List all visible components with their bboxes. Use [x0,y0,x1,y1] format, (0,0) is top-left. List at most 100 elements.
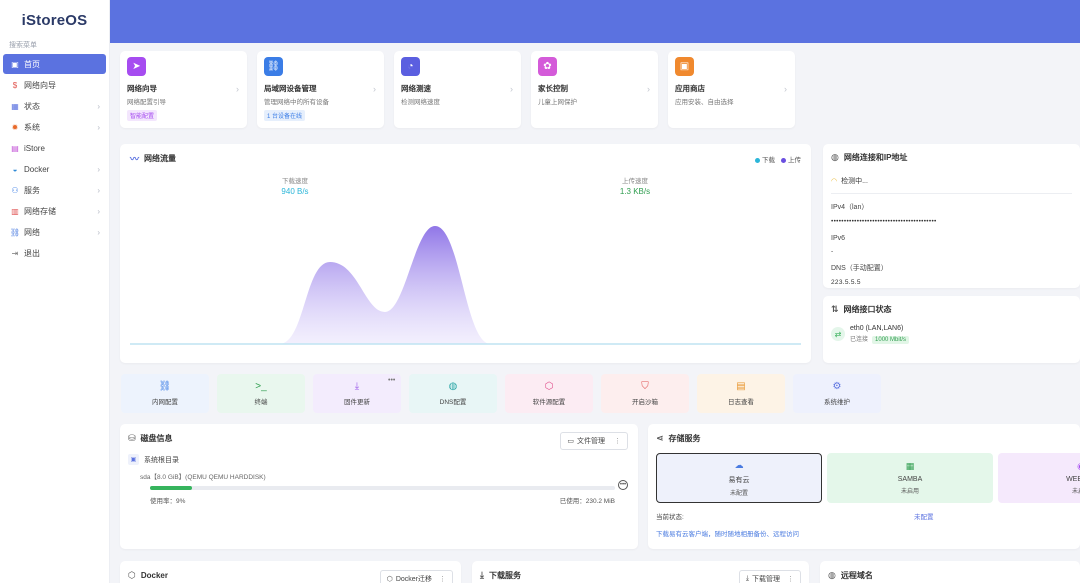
sidebar-item-label: 网络向导 [24,80,56,90]
disk-title-text: 磁盘信息 [140,434,173,443]
share-icon: ⋖ [656,433,664,443]
action-tile-7[interactable]: ⚙ 系统维护 [793,374,881,413]
sidebar-item-label: 服务 [24,185,40,195]
sidebar-item-9[interactable]: ⇥ 退出 [3,243,106,263]
sidebar-item-5[interactable]: ◒ Docker › [3,159,106,179]
network-icon: ⛓ [9,227,21,237]
action-tile-icon: >_ [255,381,267,392]
storage-tile-1[interactable]: ▦ SAMBA 未启用 [827,453,993,503]
sidebar-item-4[interactable]: ▤ iStore [3,138,106,158]
legend-upload[interactable]: 上传 [781,154,801,164]
storage-tile-status: 未启用 [900,489,919,495]
chevron-right-icon: › [647,84,650,94]
action-tile-label: 终端 [254,399,268,406]
interface-row[interactable]: ⇄ eth0 (LAN,LAN6) 已连接 1000 Mbit/s [831,325,1072,344]
network-interface-card: ⇅ 网络接口状态 ⇄ eth0 (LAN,LAN6) 已连接 1000 Mbit/… [823,296,1080,363]
download-manage-icon: ⤓ [745,575,749,582]
remote-domain-title-text: 远程域名 [840,571,873,580]
quick-card-badge: 1 台设备在线 [264,110,306,121]
interface-speed-badge: 1000 Mbit/s [872,336,910,344]
action-tile-1[interactable]: >_ 终端 [217,374,305,413]
action-tile-3[interactable]: ◍ DNS配置 [409,374,497,413]
docker-migrate-button[interactable]: ⬡ Docker迁移 ⋮ [379,570,453,583]
action-tile-0[interactable]: ⛓ 内网配置 [121,374,209,413]
netif-title-text: 网络接口状态 [843,305,892,314]
action-tile-label: 固件更新 [344,399,370,406]
action-tile-label: 内网配置 [152,399,178,406]
file-manager-button-label: 文件管理 [577,438,605,445]
root-dir-row: ▣ 系统根目录 [128,454,630,465]
wizard-icon: $ [12,80,18,90]
storage-title-text: 存储服务 [668,434,701,443]
netconn-title-text: 网络连接和IP地址 [843,153,908,162]
storage-current-label: 当前状态: [656,514,684,521]
netconn-divider [831,193,1072,194]
sidebar-item-label: 网络 [24,227,40,237]
sidebar-item-7[interactable]: ▥ 网络存储 › [3,201,106,221]
disk-usage-percent: 使用率：9% [150,498,186,505]
interface-state: 已连接 [850,337,869,343]
quick-card-icon: ✿ [538,57,557,76]
netconn-title: ◍ 网络连接和IP地址 [831,152,1072,163]
storage-client-link[interactable]: 下载易有云客户端，随时随地相册备份、远程访问 [656,528,799,538]
sidebar-item-6[interactable]: ⚇ 服务 › [3,180,106,200]
legend-download[interactable]: 下载 [755,154,775,164]
more-vertical-icon[interactable]: ⋮ [439,575,446,583]
file-manager-button[interactable]: ▭ 文件管理 ⋮ [560,432,628,450]
quick-card-3[interactable]: ✿ 家长控制 儿童上网保护 › [531,51,658,128]
more-vertical-icon[interactable]: ⋮ [614,437,621,445]
disk-title: ⛁ 磁盘信息 [128,433,630,444]
quick-card-title: 局域网设备管理 [264,84,317,93]
quick-card-2[interactable]: ◔ 网络测速 检测网络速度 › [394,51,521,128]
sidebar-item-1[interactable]: $ 网络向导 [3,75,106,95]
download-service-card: ⤓ 下载服务 ⤓ 下载管理 ⋮ [472,561,809,583]
pulse-icon: 〰 [130,154,140,164]
quick-card-0[interactable]: ➤ 网络向导 网络配置引导 智能配置 › [120,51,247,128]
interface-icon: ⇅ [831,304,839,314]
sidebar-item-2[interactable]: ▦ 状态 › [3,96,106,116]
globe-icon: ◍ [831,152,839,162]
action-tile-5[interactable]: ⛉ 开启沙箱 [601,374,689,413]
logout-icon: ⇥ [11,248,19,258]
quick-card-title: 网络测速 [401,84,431,93]
quick-card-1[interactable]: ⛓ 局域网设备管理 管理网络中的所有设备 1 台设备在线 › [257,51,384,128]
storage-tile-0[interactable]: ☁ 易有云未配置 [656,453,822,503]
sidebar-item-8[interactable]: ⛓ 网络 › [3,222,106,242]
action-tile-icon: ⤓ [354,381,360,392]
quick-card-4[interactable]: ▣ 应用商店 应用安装、自由选择 › [668,51,795,128]
action-tile-6[interactable]: ▤ 日志查看 [697,374,785,413]
quick-card-subtitle: 应用安装、自由选择 [675,99,734,106]
storage-title: ⋖ 存储服务 [656,433,1072,444]
storage-tile-status: 未配置 [729,490,748,497]
storage-tile-name: 易有云 [728,476,750,484]
download-manage-button[interactable]: ⤓ 下载管理 ⋮ [738,570,801,583]
quick-card-subtitle: 儿童上网保护 [538,99,577,106]
chevron-right-icon: › [97,164,100,174]
sidebar-item-label: Docker [24,164,50,174]
chevron-right-icon: › [97,122,100,132]
sidebar-item-0[interactable]: ▣ 首页 [3,54,106,74]
home-icon: ▣ [11,59,19,69]
folder-icon: ▭ [567,438,574,445]
disk-usage-fill [150,486,192,490]
connection-status: ◠ 检测中... [831,176,1072,186]
globe-icon: ◍ [828,570,836,580]
quick-card-icon: ◔ [401,57,420,76]
menu-search-label[interactable]: 搜索菜单 [0,40,109,52]
action-tile-4[interactable]: ⬡ 软件源配置 [505,374,593,413]
docker-card: ⬡ Docker ⬡ Docker迁移 ⋮ [120,561,461,583]
remote-domain-title: ◍ 远程域名 [828,570,1072,581]
more-vertical-icon[interactable]: ⋮ [787,575,794,583]
disk-more-icon[interactable]: ••• [618,480,628,490]
storage-tile-icon: ☁ [734,459,744,470]
traffic-area-chart [130,226,801,345]
legend-upload-label: 上传 [788,157,801,164]
sidebar-item-label: 状态 [24,101,40,111]
traffic-card: 〰 网络流量 下载 上传 下载速度 940 B/s 上传速度 1.3 KB/s [120,144,811,363]
traffic-legend: 下载 上传 [755,154,801,164]
storage-tile-2[interactable]: ◉WEBDAV未启用 [998,453,1080,503]
wifi-icon: ◠ [831,178,838,185]
network-connection-card: ◍ 网络连接和IP地址 ◠ 检测中... IPv4（lan） •••••••••… [823,144,1080,288]
sidebar-item-3[interactable]: ✹ 系统 › [3,117,106,137]
tile-more-icon[interactable]: ••• [388,377,395,384]
